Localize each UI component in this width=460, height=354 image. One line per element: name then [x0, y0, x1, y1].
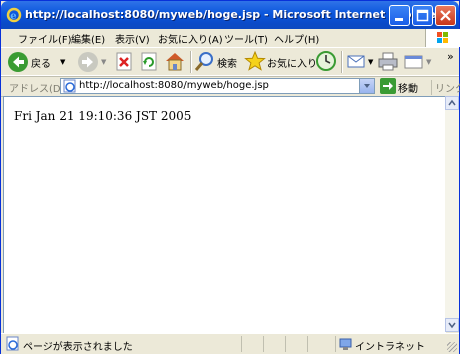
links-button[interactable]: リンク — [431, 80, 460, 95]
minimize-button[interactable] — [389, 5, 410, 26]
page-text: Fri Jan 21 19:10:36 JST 2005 — [14, 109, 192, 123]
edit-dropdown-icon[interactable]: ▼ — [426, 58, 431, 66]
windows-logo — [425, 29, 460, 47]
status-panel — [307, 336, 328, 352]
star-icon — [244, 50, 266, 71]
status-bar: ページが表示されました イントラネット — [1, 333, 459, 354]
printer-icon — [378, 52, 398, 71]
address-url: http://localhost:8080/myweb/hoge.jsp — [79, 80, 269, 91]
page-loaded-icon — [6, 336, 19, 351]
page-content: Fri Jan 21 19:10:36 JST 2005 — [3, 96, 446, 333]
chevron-up-icon — [448, 99, 456, 106]
history-icon — [316, 51, 336, 71]
forward-dropdown-icon[interactable]: ▼ — [101, 58, 106, 66]
favorites-button[interactable]: お気に入り — [244, 50, 317, 74]
menu-edit[interactable]: 編集(E) — [71, 31, 105, 46]
chevron-down-icon — [448, 322, 456, 329]
go-button[interactable]: 移動 — [398, 80, 418, 95]
menu-file[interactable]: ファイル(F) — [18, 31, 72, 46]
zone-text: イントラネット — [355, 342, 425, 353]
menu-favorites[interactable]: お気に入り(A) — [158, 31, 223, 46]
home-button[interactable] — [164, 50, 186, 74]
address-bar: アドレス(D) http://localhost:8080/myweb/hoge… — [1, 75, 460, 97]
address-label: アドレス(D) — [9, 84, 65, 95]
print-button[interactable] — [377, 50, 399, 74]
close-button[interactable] — [435, 5, 456, 26]
search-button[interactable]: 検索 — [194, 50, 240, 74]
toolbar-separator — [190, 51, 192, 73]
search-label: 検索 — [217, 59, 237, 70]
mail-icon — [347, 55, 365, 68]
ie-logo-icon: e — [6, 7, 22, 23]
go-arrow-icon[interactable] — [380, 78, 396, 94]
mail-button[interactable]: ▼ — [346, 50, 376, 74]
menu-bar: ファイル(F) 編集(E) 表示(V) お気に入り(A) ツール(T) ヘルプ(… — [1, 29, 459, 47]
close-icon — [440, 10, 451, 21]
back-dropdown-icon[interactable]: ▼ — [60, 58, 65, 66]
menu-tools[interactable]: ツール(T) — [224, 31, 268, 46]
scroll-down-button[interactable] — [445, 318, 459, 332]
address-input[interactable]: http://localhost:8080/myweb/hoge.jsp — [60, 78, 375, 94]
minimize-icon — [395, 18, 403, 21]
resize-grip[interactable] — [447, 342, 457, 352]
status-text: ページが表示されました — [23, 342, 133, 353]
toolbar-separator — [341, 51, 343, 73]
status-panel — [241, 336, 262, 352]
edit-page-icon — [404, 55, 423, 69]
mail-dropdown-icon[interactable]: ▼ — [368, 58, 373, 66]
title-bar[interactable]: e http://localhost:8080/myweb/hoge.jsp -… — [1, 1, 459, 29]
svg-text:e: e — [10, 11, 16, 22]
back-arrow-icon — [8, 52, 28, 72]
back-label: 戻る — [31, 59, 51, 70]
back-button[interactable]: 戻る ▼ — [7, 50, 67, 74]
stop-icon — [116, 52, 132, 71]
vertical-scrollbar[interactable] — [445, 96, 459, 332]
forward-button[interactable]: ▼ — [77, 50, 109, 74]
ie-window: e http://localhost:8080/myweb/hoge.jsp -… — [0, 0, 460, 354]
menu-help[interactable]: ヘルプ(H) — [274, 31, 319, 46]
maximize-icon — [416, 9, 429, 22]
maximize-button[interactable] — [412, 5, 433, 26]
forward-arrow-icon — [78, 52, 98, 72]
history-button[interactable] — [315, 50, 337, 74]
standard-toolbar: 戻る ▼ ▼ 検索 お気に入り ▼ ▼ » — [1, 47, 459, 77]
windows-flag-icon — [437, 32, 448, 43]
toolbar-chevron-icon[interactable]: » — [447, 50, 454, 63]
search-icon — [194, 52, 213, 71]
status-panel — [263, 336, 284, 352]
chevron-down-icon — [364, 84, 370, 88]
status-panel — [285, 336, 306, 352]
page-icon — [63, 79, 76, 93]
refresh-icon — [141, 52, 157, 71]
home-icon — [166, 53, 184, 71]
menu-view[interactable]: 表示(V) — [115, 31, 150, 46]
intranet-icon — [339, 338, 352, 350]
window-title: http://localhost:8080/myweb/hoge.jsp - M… — [25, 8, 442, 21]
stop-button[interactable] — [114, 50, 136, 74]
refresh-button[interactable] — [139, 50, 161, 74]
scroll-up-button[interactable] — [445, 96, 459, 110]
address-dropdown-button[interactable] — [359, 79, 374, 93]
edit-button[interactable]: ▼ — [403, 50, 433, 74]
favorites-label: お気に入り — [267, 59, 317, 70]
